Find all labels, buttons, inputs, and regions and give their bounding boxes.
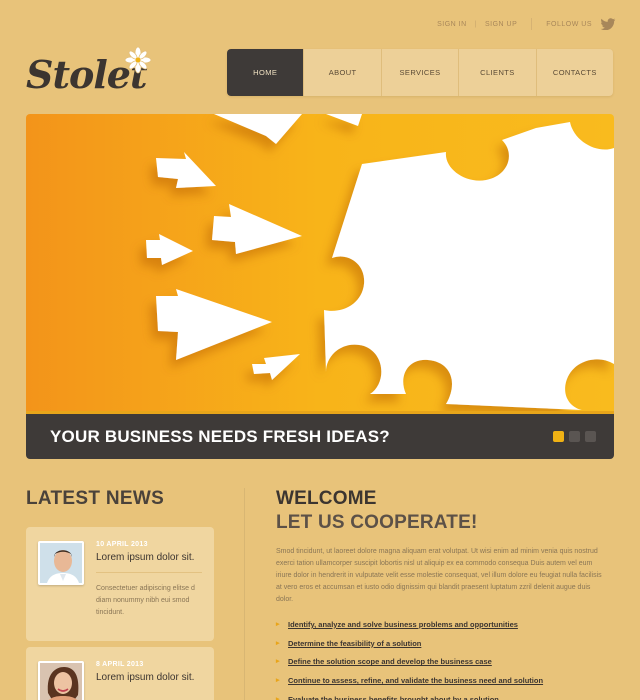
nav-about[interactable]: ABOUT (304, 49, 382, 96)
hero-puzzle-image (26, 114, 614, 411)
news-title[interactable]: Lorem ipsum dolor sit. (96, 552, 194, 563)
feature-link[interactable]: Evaluate the business benefits brought a… (276, 691, 616, 700)
sign-up-link[interactable]: SIGN UP (485, 21, 517, 28)
nav-services[interactable]: SERVICES (382, 49, 460, 96)
main-nav: HOME ABOUT SERVICES CLIENTS CONTACTS (227, 49, 613, 96)
logo-star-icon (124, 46, 152, 74)
hero-caption: YOUR BUSINESS NEEDS FRESH IDEAS? (50, 426, 390, 446)
hero-slider: YOUR BUSINESS NEEDS FRESH IDEAS? (26, 114, 614, 459)
nav-contacts[interactable]: CONTACTS (537, 49, 613, 96)
features-list: Identify, analyze and solve business pro… (276, 616, 616, 700)
news-avatar (38, 661, 84, 700)
separator: | (474, 20, 477, 28)
divider (531, 18, 533, 30)
feature-link[interactable]: Determine the feasibility of a solution (276, 635, 616, 654)
news-avatar (38, 541, 84, 585)
feature-link[interactable]: Continue to assess, refine, and validate… (276, 672, 616, 691)
sign-in-link[interactable]: SIGN IN (437, 21, 467, 28)
latest-news-section: LATEST NEWS 10 APRIL 2013 Lorem ipsum do… (26, 488, 216, 700)
nav-clients[interactable]: CLIENTS (459, 49, 537, 96)
column-divider (244, 488, 245, 700)
nav-home[interactable]: HOME (227, 49, 305, 96)
feature-link[interactable]: Define the solution scope and develop th… (276, 653, 616, 672)
news-divider (96, 572, 202, 573)
latest-news-title: LATEST NEWS (26, 488, 165, 509)
welcome-paragraph: Smod tincidunt, ut laoreet dolore magna … (276, 548, 602, 603)
news-card[interactable]: 8 APRIL 2013 Lorem ipsum dolor sit. (26, 647, 214, 700)
news-date: 10 APRIL 2013 (96, 541, 148, 548)
welcome-subtitle: LET US COOPERATE! (276, 512, 478, 533)
news-title[interactable]: Lorem ipsum dolor sit. (96, 672, 194, 683)
twitter-bird-icon[interactable] (600, 18, 616, 30)
slider-dot-1[interactable] (553, 431, 564, 442)
slider-dot-2[interactable] (569, 431, 580, 442)
hero-caption-bar: YOUR BUSINESS NEEDS FRESH IDEAS? (26, 411, 614, 459)
feature-link[interactable]: Identify, analyze and solve business pro… (276, 616, 616, 635)
follow-us-label: FOLLOW US (546, 20, 592, 28)
welcome-title: WELCOME (276, 488, 377, 509)
top-bar: SIGN IN | SIGN UP FOLLOW US (437, 18, 616, 30)
news-excerpt: Consectetuer adipiscing elitse d diam no… (96, 585, 195, 616)
slider-pagination (553, 431, 596, 442)
welcome-section: WELCOME LET US COOPERATE! Smod tincidunt… (276, 488, 616, 700)
news-date: 8 APRIL 2013 (96, 661, 144, 668)
slider-dot-3[interactable] (585, 431, 596, 442)
news-card[interactable]: 10 APRIL 2013 Lorem ipsum dolor sit. Con… (26, 527, 214, 641)
